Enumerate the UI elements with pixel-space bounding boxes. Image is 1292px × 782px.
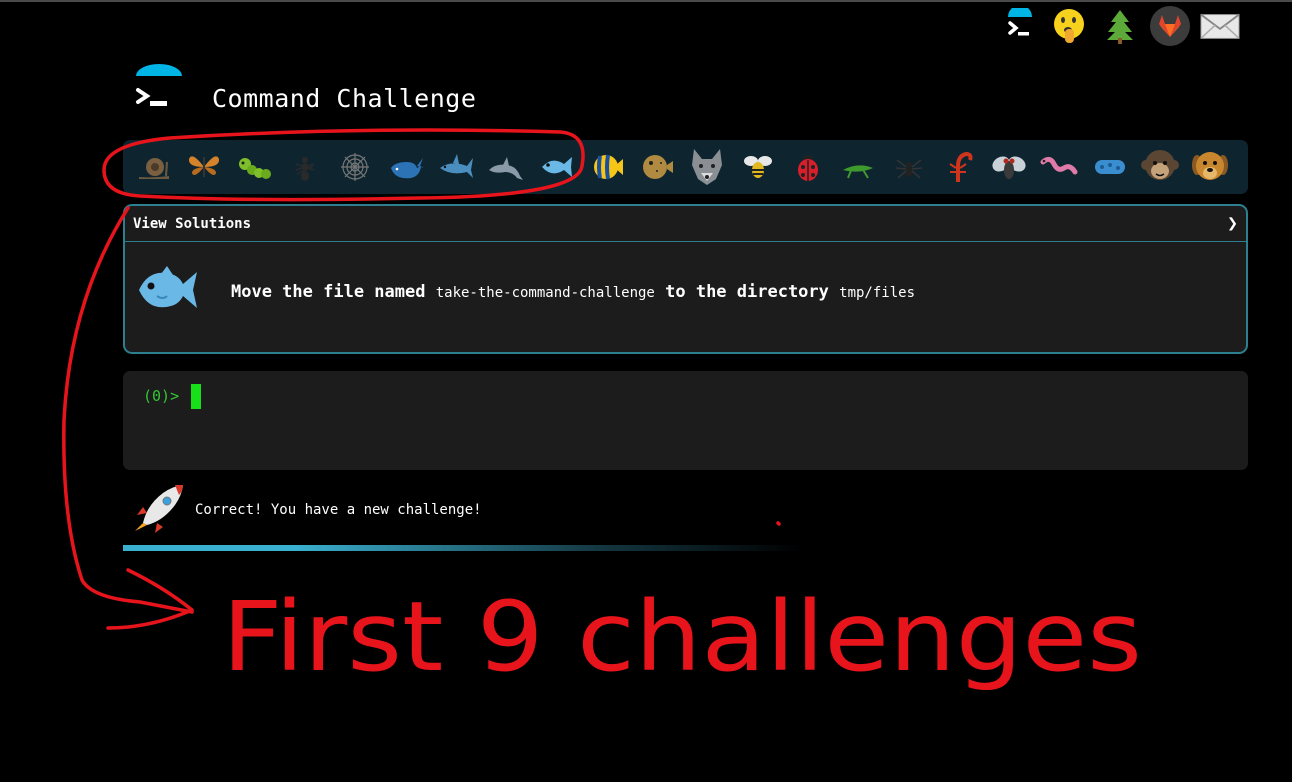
ladybug-icon[interactable]: [783, 145, 833, 189]
fish-icon: [135, 264, 203, 320]
terminal-prompt: (0)>: [143, 387, 180, 405]
caterpillar-icon[interactable]: [230, 145, 280, 189]
dog-icon[interactable]: [1185, 145, 1235, 189]
gitlab-icon[interactable]: [1150, 6, 1190, 46]
page-title: Command Challenge: [212, 84, 477, 113]
view-solutions-label: View Solutions: [133, 215, 252, 232]
snail-icon[interactable]: [129, 145, 179, 189]
blowfish-icon[interactable]: [632, 145, 682, 189]
shark-icon[interactable]: [431, 145, 481, 189]
envelope-icon[interactable]: [1200, 6, 1240, 46]
annotation-arrow-head: [106, 568, 194, 630]
scorpion-icon[interactable]: [934, 145, 984, 189]
task-filename: take-the-command-challenge: [435, 285, 655, 301]
dolphin-icon[interactable]: [481, 145, 531, 189]
fly-icon[interactable]: [984, 145, 1034, 189]
chevron-right-icon[interactable]: ❯: [1227, 213, 1238, 234]
top-nav: [1000, 6, 1240, 46]
challenge-task: Move the file named take-the-command-cha…: [135, 264, 915, 320]
spider-icon[interactable]: [883, 145, 933, 189]
spider-web-icon[interactable]: [330, 145, 380, 189]
task-description: Move the file named take-the-command-cha…: [231, 282, 915, 302]
view-solutions-toggle[interactable]: View Solutions ❯: [125, 206, 1246, 242]
terminal-cursor: [191, 384, 201, 409]
butterfly-icon[interactable]: [179, 145, 229, 189]
challenge-panel: View Solutions ❯ Move the file named tak…: [123, 204, 1248, 354]
shushing-face-icon[interactable]: [1050, 6, 1090, 46]
whale-icon[interactable]: [380, 145, 430, 189]
worm-icon[interactable]: [1034, 145, 1084, 189]
challenge-icon-bar: [123, 140, 1248, 194]
annotation-dot: [776, 521, 781, 526]
status-text: Correct! You have a new challenge!: [195, 502, 482, 518]
progress-bar: [123, 545, 803, 551]
terminal-input[interactable]: (0)>: [123, 371, 1248, 470]
tropical-fish-icon[interactable]: [582, 145, 632, 189]
wolf-icon[interactable]: [682, 145, 732, 189]
cricket-icon[interactable]: [833, 145, 883, 189]
top-border: [0, 0, 1292, 2]
app-logo-icon[interactable]: [130, 64, 188, 118]
microbe-icon[interactable]: [1085, 145, 1135, 189]
task-middle: to the directory: [665, 282, 829, 302]
bee-icon[interactable]: [733, 145, 783, 189]
fish-icon[interactable]: [531, 145, 581, 189]
status-message: Correct! You have a new challenge!: [133, 483, 482, 537]
task-directory: tmp/files: [839, 285, 915, 301]
task-prefix: Move the file named: [231, 282, 426, 302]
ant-icon[interactable]: [280, 145, 330, 189]
evergreen-tree-icon[interactable]: [1100, 6, 1140, 46]
monkey-icon[interactable]: [1135, 145, 1185, 189]
rocket-icon: [133, 483, 187, 537]
terminal-icon[interactable]: [1000, 6, 1040, 46]
annotation-text: First 9 challenges: [222, 581, 1142, 693]
